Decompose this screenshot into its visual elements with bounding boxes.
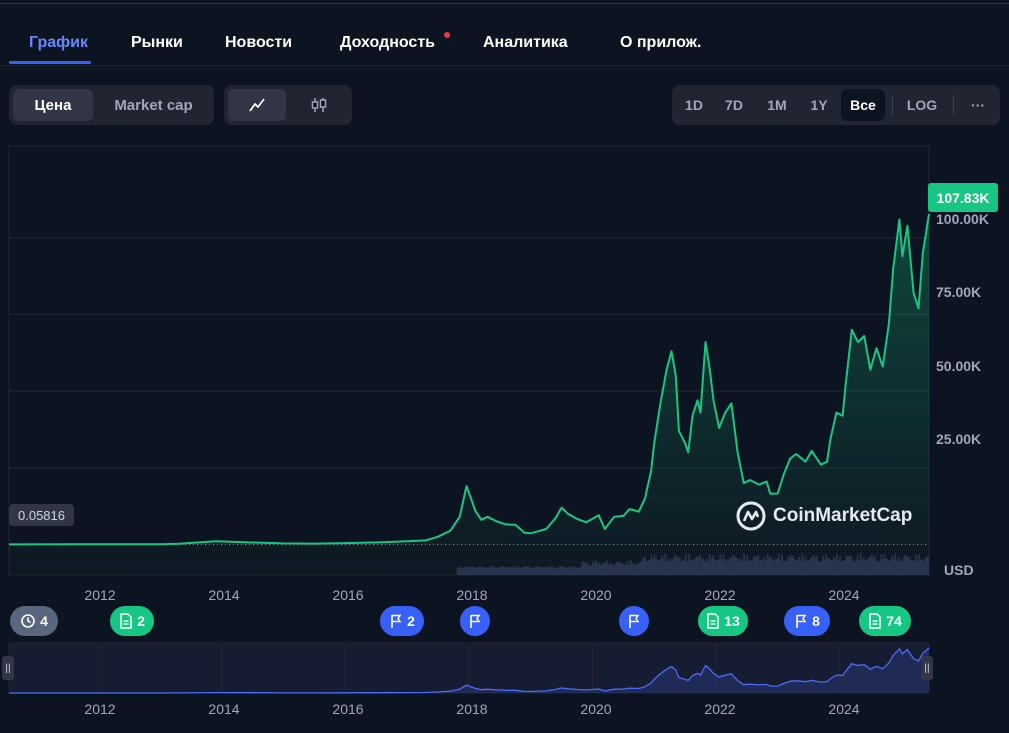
watermark-text: CoinMarketCap <box>773 505 913 526</box>
y-tick-label: 75.00K <box>936 284 982 300</box>
currency-label: USD <box>944 562 974 578</box>
range-selector: 1D 7D 1M 1Y Все LOG ··· <box>672 85 1000 125</box>
watermark: CoinMarketCap <box>735 500 912 532</box>
x-tick-label: 2024 <box>828 587 860 603</box>
document-icon <box>869 613 881 629</box>
history-icon <box>21 614 35 628</box>
tab-markets[interactable]: Рынки <box>131 34 183 52</box>
candlestick-button[interactable] <box>290 89 348 121</box>
navigator-right-handle[interactable]: || <box>921 656 933 680</box>
start-price-badge: 0.05816 <box>9 504 74 526</box>
x-tick-label: 2018 <box>456 587 488 603</box>
log-scale-button[interactable]: LOG <box>899 89 945 121</box>
navigator-x-tick-label: 2016 <box>332 701 364 717</box>
tab-bar: График Рынки Новости Доходность Аналитик… <box>0 22 1009 66</box>
candlestick-icon <box>311 98 327 112</box>
range-divider <box>892 95 893 115</box>
y-tick-label: 25.00K <box>936 431 982 447</box>
y-tick-label: 100.00K <box>936 211 989 227</box>
document-icon <box>120 613 132 629</box>
history-events-pill[interactable]: 4 <box>10 606 58 636</box>
range-7d-button[interactable]: 7D <box>716 89 752 121</box>
flag-events-pill[interactable]: 2 <box>380 606 424 636</box>
price-mode-button[interactable]: Цена <box>13 89 93 121</box>
news-events-pill[interactable]: 2 <box>110 606 154 636</box>
y-tick-label: 50.00K <box>936 358 982 374</box>
flag-icon <box>629 614 640 628</box>
x-tick-label: 2022 <box>704 587 736 603</box>
more-options-button[interactable]: ··· <box>960 89 996 121</box>
navigator-x-tick-label: 2018 <box>456 701 488 717</box>
navigator-x-tick-label: 2024 <box>828 701 860 717</box>
navigator-x-tick-label: 2020 <box>580 701 612 717</box>
range-divider <box>953 95 954 115</box>
current-price-badge: 107.83K <box>928 183 998 212</box>
notification-dot <box>444 32 450 38</box>
flag-icon <box>796 614 807 628</box>
tab-yield[interactable]: Доходность <box>340 34 435 52</box>
flag-icon <box>470 614 481 628</box>
tab-about[interactable]: О прилож. <box>620 34 701 52</box>
navigator-x-tick-label: 2014 <box>208 701 240 717</box>
flag-events-pill[interactable]: 8 <box>784 606 830 636</box>
range-navigator[interactable] <box>0 640 1009 700</box>
flag-icon <box>391 614 402 628</box>
mode-toggle: Цена Market cap <box>9 85 214 125</box>
tab-chart[interactable]: График <box>29 34 88 52</box>
line-chart-icon <box>249 98 265 112</box>
top-divider <box>0 3 1009 4</box>
range-1y-button[interactable]: 1Y <box>800 89 838 121</box>
news-events-pill[interactable]: 13 <box>698 606 748 636</box>
range-1m-button[interactable]: 1M <box>758 89 796 121</box>
x-tick-label: 2014 <box>208 587 240 603</box>
active-tab-indicator <box>9 61 91 64</box>
navigator-left-handle[interactable]: || <box>2 656 14 680</box>
range-1d-button[interactable]: 1D <box>676 89 712 121</box>
x-tick-label: 2020 <box>580 587 612 603</box>
coinmarketcap-logo-icon <box>736 501 766 531</box>
navigator-x-tick-label: 2012 <box>84 701 116 717</box>
flag-event-marker[interactable] <box>460 606 490 636</box>
document-icon <box>707 613 719 629</box>
news-events-pill[interactable]: 74 <box>859 606 911 636</box>
flag-event-marker[interactable] <box>619 606 649 636</box>
navigator-x-tick-label: 2022 <box>704 701 736 717</box>
x-tick-label: 2016 <box>332 587 364 603</box>
market-cap-mode-button[interactable]: Market cap <box>97 89 210 121</box>
chart-type-toggle <box>224 85 352 125</box>
tab-analytics[interactable]: Аналитика <box>483 34 568 52</box>
tab-news[interactable]: Новости <box>225 34 292 52</box>
x-tick-label: 2012 <box>84 587 116 603</box>
line-chart-button[interactable] <box>228 89 286 121</box>
range-all-button[interactable]: Все <box>841 89 885 121</box>
